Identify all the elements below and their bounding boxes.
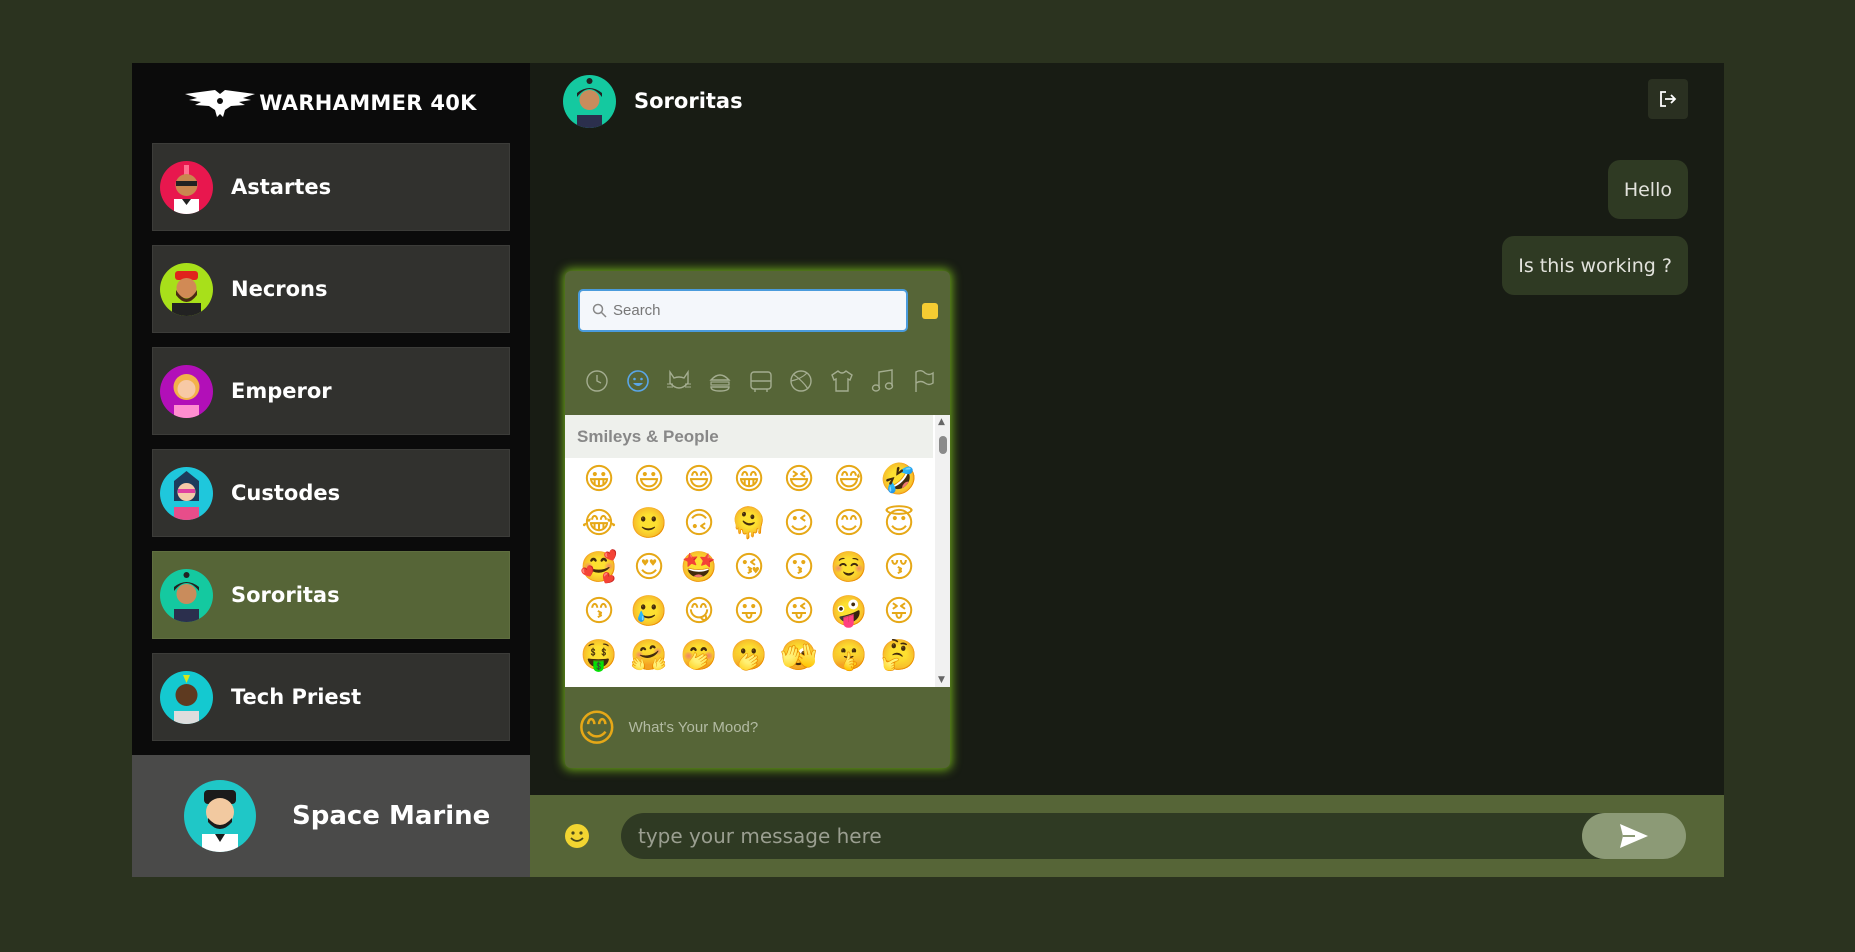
chat-contact-name: Sororitas (634, 89, 743, 113)
emoji-search-field[interactable] (578, 289, 908, 332)
emoji-item[interactable]: 😗 (774, 550, 824, 586)
send-icon (1620, 824, 1648, 848)
emoji-item[interactable]: 😍 (624, 550, 674, 586)
search-icon (592, 303, 607, 318)
logout-button[interactable] (1648, 79, 1688, 119)
avatar (160, 466, 213, 520)
brand-header: WARHAMMER 40K (132, 63, 530, 143)
emoji-item[interactable]: 🤫 (824, 638, 874, 674)
scroll-down-icon[interactable]: ▼ (938, 675, 945, 685)
smileys-icon[interactable] (624, 367, 652, 395)
avatar (184, 780, 256, 852)
contact-item-necrons[interactable]: Necrons (152, 245, 510, 333)
emoji-item[interactable]: ☺️ (824, 550, 874, 586)
contact-name: Astartes (231, 175, 332, 199)
objects-icon[interactable] (828, 367, 856, 395)
emoji-item[interactable]: 😋 (674, 594, 724, 630)
emoji-item[interactable]: 🤗 (624, 638, 674, 674)
emoji-item[interactable]: 😆 (774, 462, 824, 498)
scroll-up-icon[interactable]: ▲ (938, 417, 945, 427)
contact-name: Sororitas (231, 583, 340, 607)
food-icon[interactable] (706, 367, 734, 395)
contact-item-astartes[interactable]: Astartes (152, 143, 510, 231)
brand-title: WARHAMMER 40K (259, 91, 477, 115)
chat-header: Sororitas (530, 63, 1724, 139)
emoji-item[interactable]: 🥰 (574, 550, 624, 586)
emoji-item[interactable]: 🤭 (674, 638, 724, 674)
contact-name: Necrons (231, 277, 328, 301)
avatar (160, 568, 213, 622)
emoji-item[interactable]: 🫣 (774, 638, 824, 674)
travel-icon[interactable] (747, 367, 775, 395)
message-input[interactable] (621, 813, 1685, 859)
imperial-eagle-icon (185, 90, 256, 117)
emoji-item[interactable]: 😛 (724, 594, 774, 630)
current-user-name: Space Marine (292, 801, 491, 831)
emoji-item[interactable]: 😜 (774, 594, 824, 630)
logout-icon (1660, 91, 1677, 107)
emoji-item[interactable]: 😙 (574, 594, 624, 630)
emoji-item[interactable]: 😊 (824, 506, 874, 542)
emoji-item[interactable]: 🤑 (574, 638, 624, 674)
emoji-item[interactable]: 😘 (724, 550, 774, 586)
emoji-list: Smileys & People 😀 😃 😄 😁 😆 😅 🤣 😂 🙂 🙃 🫠 😉 😊 😇 🥰 😍 🤩 😘 😗 ☺️ 😚 😙… (565, 415, 950, 687)
emoji-section-title: Smileys & People (565, 415, 933, 458)
emoji-item[interactable]: 😅 (824, 462, 874, 498)
emoji-category-bar (583, 367, 938, 397)
emoji-item[interactable]: 😚 (874, 550, 924, 586)
emoji-item[interactable]: 😃 (624, 462, 674, 498)
contact-item-emperor[interactable]: Emperor (152, 347, 510, 435)
recent-icon[interactable] (583, 367, 611, 395)
contact-name: Tech Priest (231, 685, 362, 709)
contact-item-sororitas[interactable]: Sororitas (152, 551, 510, 639)
emoji-search-input[interactable] (613, 302, 893, 319)
message-bubble: Is this working ? (1502, 236, 1688, 295)
emoji-item[interactable]: 😇 (874, 506, 924, 542)
avatar (160, 364, 213, 418)
emoji-item[interactable]: 😝 (874, 594, 924, 630)
animals-icon[interactable] (665, 367, 693, 395)
contact-list: Astartes Necrons Emperor Custodes Sorori… (132, 143, 530, 741)
emoji-item[interactable]: 🥲 (624, 594, 674, 630)
emoji-item[interactable]: 🤔 (874, 638, 924, 674)
send-button[interactable] (1582, 813, 1686, 859)
emoji-item[interactable]: 😀 (574, 462, 624, 498)
current-user-panel: Space Marine (132, 755, 530, 877)
smiley-icon (565, 824, 589, 848)
activities-icon[interactable] (787, 367, 815, 395)
emoji-scrollbar[interactable]: ▲ ▼ (935, 415, 950, 687)
emoji-item[interactable]: 😁 (724, 462, 774, 498)
emoji-item[interactable]: 🤪 (824, 594, 874, 630)
emoji-preview: 😊 What's Your Mood? (565, 687, 950, 768)
emoji-item[interactable]: 🙂 (624, 506, 674, 542)
scroll-thumb[interactable] (939, 436, 947, 454)
emoji-item[interactable]: 🫠 (724, 506, 774, 542)
emoji-item[interactable]: 😄 (674, 462, 724, 498)
emoji-item[interactable]: 😂 (574, 506, 624, 542)
message-bubble: Hello (1607, 160, 1688, 219)
emoji-picker: Smileys & People 😀😃😄😁😆😅🤣😂🙂🙃🫠😉😊😇🥰😍🤩😘😗☺️😚😙… (565, 271, 950, 768)
emoji-item[interactable]: 🙃 (674, 506, 724, 542)
contact-name: Emperor (231, 379, 332, 403)
flags-icon[interactable] (910, 367, 938, 395)
emoji-toggle-button[interactable] (563, 822, 591, 850)
mood-label: What's Your Mood? (628, 719, 759, 736)
mood-emoji: 😊 (577, 705, 617, 750)
contact-item-tech-priest[interactable]: Tech Priest (152, 653, 510, 741)
contact-name: Custodes (231, 481, 341, 505)
avatar (160, 160, 213, 214)
avatar (160, 670, 213, 724)
symbols-icon[interactable] (869, 367, 897, 395)
sidebar: WARHAMMER 40K Astartes Necrons Emperor C… (132, 63, 530, 877)
contact-item-custodes[interactable]: Custodes (152, 449, 510, 537)
skin-tone-button[interactable] (922, 303, 938, 319)
message-composer (530, 795, 1724, 877)
emoji-item[interactable]: 🫢 (724, 638, 774, 674)
emoji-item[interactable]: 🤩 (674, 550, 724, 586)
emoji-grid: 😀 😃 😄 😁 😆 😅 🤣 😂 🙂 🙃 🫠 😉 😊 😇 🥰 😍 🤩 😘 😗 ☺️ 😚 😙 🥲 😋 😛 😜 🤪 😝 🤑 🤗 🤭 🫢 🫣 🤫 🤔 (565, 458, 950, 674)
emoji-item[interactable]: 😉 (774, 506, 824, 542)
avatar (563, 74, 616, 128)
emoji-item[interactable]: 🤣 (874, 462, 924, 498)
avatar (160, 262, 213, 316)
